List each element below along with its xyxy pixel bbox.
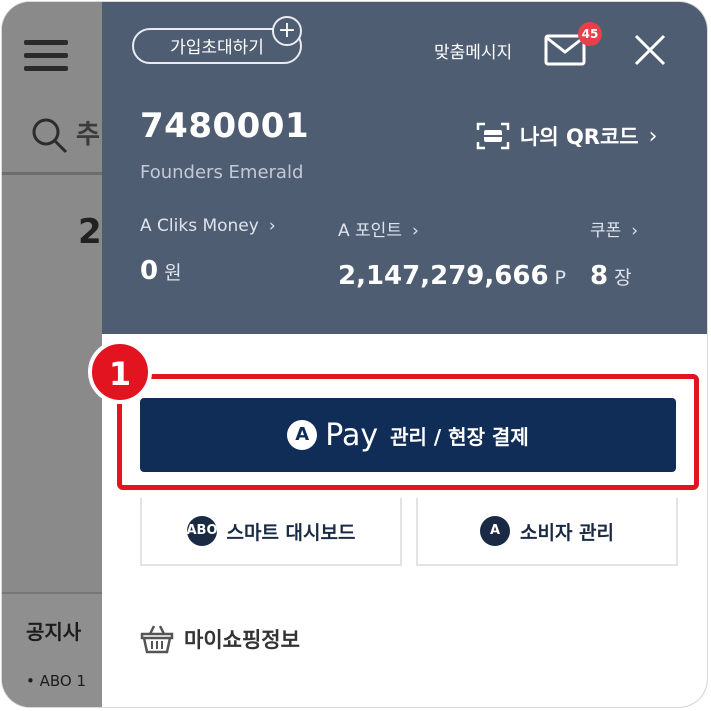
stat-unit: 장: [614, 267, 632, 289]
consumer-management-label: 소비자 관리: [519, 521, 614, 544]
mail-badge: 45: [578, 22, 602, 46]
stat-unit: P: [554, 267, 567, 289]
people-icon: ABO: [186, 516, 218, 546]
plus-icon: +: [272, 16, 302, 46]
stat-a-point[interactable]: A 포인트 › 2,147,279,666 P: [338, 216, 566, 291]
step-number-badge: 1: [88, 340, 152, 404]
qr-scan-icon: [476, 122, 510, 150]
stat-value: 2,147,279,666: [338, 261, 549, 291]
chevron-right-icon: ›: [648, 123, 658, 149]
stat-unit: 원: [164, 262, 182, 284]
background-page: 추 2 공지사 • ABO 1: [2, 2, 102, 707]
stat-label: A 포인트: [338, 221, 402, 241]
smart-dashboard-label: 스마트 대시보드: [226, 521, 356, 544]
notice-item: • ABO 1: [26, 672, 87, 690]
search-placeholder: 추: [76, 120, 100, 150]
my-shopping-info-link[interactable]: 마이쇼핑정보: [140, 624, 300, 654]
annotation-highlight-box: [117, 374, 699, 490]
search-icon: [32, 118, 68, 154]
member-grade: Founders Emerald: [140, 162, 304, 183]
smart-dashboard-button[interactable]: ABO 스마트 대시보드: [140, 498, 402, 566]
stat-coupon[interactable]: 쿠폰 › 8장: [590, 216, 638, 291]
stat-value: 8: [590, 261, 609, 291]
stat-label: A Cliks Money: [140, 216, 259, 236]
consumer-management-button[interactable]: A 소비자 관리: [416, 498, 678, 566]
stat-acliks-money[interactable]: A Cliks Money › 0원: [140, 216, 276, 286]
chevron-right-icon: ›: [631, 221, 639, 241]
stat-value: 0: [140, 256, 159, 286]
qr-link-label: 나의 QR코드: [520, 125, 639, 149]
background-search-bar: 추: [2, 94, 102, 175]
drawer-header: 가입초대하기 + 맞춤메시지 45 7480001 Founders Emera…: [102, 2, 707, 334]
close-icon[interactable]: [632, 32, 668, 68]
phone-screen: 추 2 공지사 • ABO 1 가입초대하기 + 맞춤메시지 45 748000…: [2, 2, 707, 707]
member-number: 7480001: [140, 106, 310, 146]
notice-title: 공지사: [26, 620, 82, 644]
my-shopping-label: 마이쇼핑정보: [184, 628, 300, 652]
chevron-right-icon: ›: [411, 221, 419, 241]
side-drawer: 가입초대하기 + 맞춤메시지 45 7480001 Founders Emera…: [88, 2, 707, 707]
stat-label: 쿠폰: [590, 221, 622, 241]
menu-icon: [24, 40, 68, 74]
background-number: 2: [78, 212, 102, 252]
my-qr-code-link[interactable]: 나의 QR코드 ›: [476, 118, 657, 154]
a-logo-icon: A: [479, 516, 510, 546]
chevron-right-icon: ›: [268, 216, 276, 236]
custom-message-label[interactable]: 맞춤메시지: [434, 38, 512, 63]
background-notice-section: 공지사 • ABO 1: [2, 592, 102, 707]
basket-icon: [140, 625, 174, 654]
